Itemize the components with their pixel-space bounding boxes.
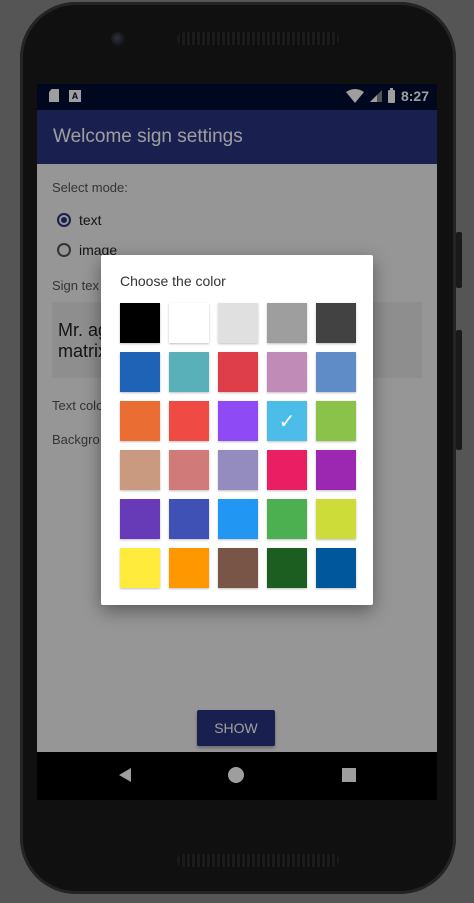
color-swatch[interactable] xyxy=(218,401,258,441)
color-swatch[interactable] xyxy=(218,352,258,392)
color-swatch-grid xyxy=(120,303,356,588)
color-swatch[interactable] xyxy=(120,548,160,588)
color-swatch[interactable] xyxy=(120,450,160,490)
color-swatch[interactable] xyxy=(218,499,258,539)
color-swatch[interactable] xyxy=(267,499,307,539)
color-swatch[interactable] xyxy=(169,450,209,490)
color-picker-dialog: Choose the color xyxy=(101,255,373,605)
color-swatch[interactable] xyxy=(316,548,356,588)
color-swatch[interactable] xyxy=(169,401,209,441)
color-swatch[interactable] xyxy=(169,352,209,392)
color-swatch[interactable] xyxy=(267,548,307,588)
color-swatch[interactable] xyxy=(218,450,258,490)
color-swatch[interactable] xyxy=(120,401,160,441)
color-swatch[interactable] xyxy=(169,499,209,539)
color-swatch[interactable] xyxy=(316,303,356,343)
color-swatch[interactable] xyxy=(267,303,307,343)
color-swatch-selected[interactable] xyxy=(267,401,307,441)
color-swatch[interactable] xyxy=(316,401,356,441)
color-swatch[interactable] xyxy=(169,548,209,588)
color-swatch[interactable] xyxy=(218,548,258,588)
color-swatch[interactable] xyxy=(316,450,356,490)
color-swatch[interactable] xyxy=(120,499,160,539)
color-swatch[interactable] xyxy=(120,303,160,343)
color-swatch[interactable] xyxy=(169,303,209,343)
color-swatch[interactable] xyxy=(316,499,356,539)
color-swatch[interactable] xyxy=(120,352,160,392)
color-swatch[interactable] xyxy=(316,352,356,392)
color-swatch[interactable] xyxy=(267,450,307,490)
dialog-title: Choose the color xyxy=(120,273,226,289)
color-swatch[interactable] xyxy=(218,303,258,343)
color-swatch[interactable] xyxy=(267,352,307,392)
